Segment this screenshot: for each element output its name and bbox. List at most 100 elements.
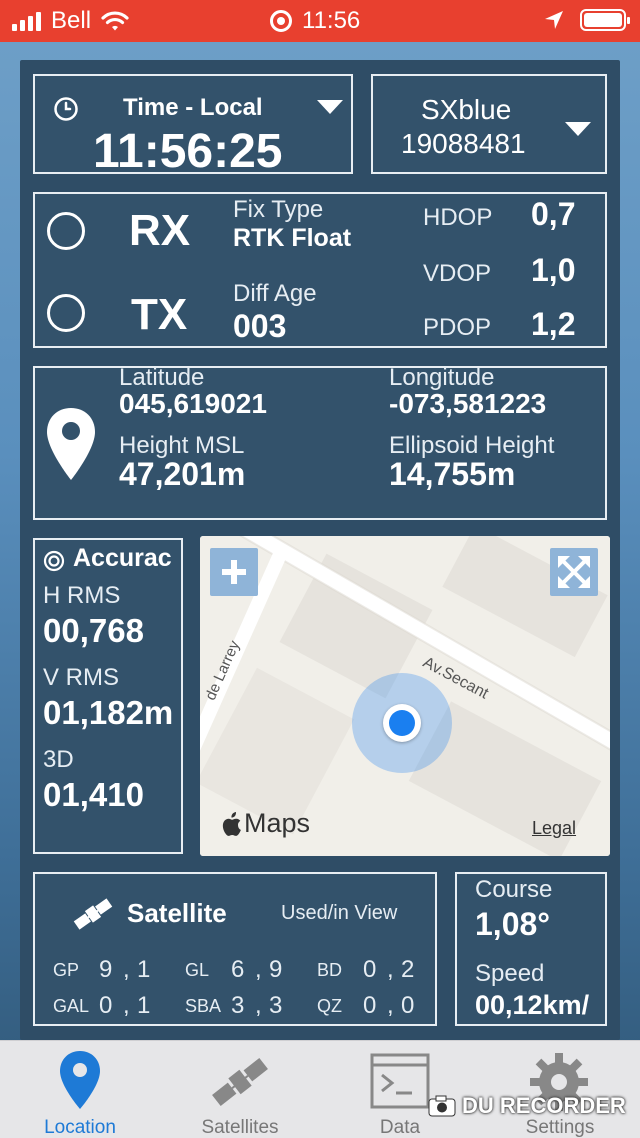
legal-link[interactable]: Legal (532, 818, 576, 839)
tab-location-label: Location (44, 1117, 116, 1138)
ellipsoid-height-value: 14,755m (389, 456, 516, 492)
satellite-icon (73, 898, 113, 930)
course-label: Course (475, 876, 553, 903)
fix-type-value: RTK Float (233, 224, 352, 252)
tab-bar: Location Satellites Data Settings (0, 1040, 640, 1138)
tab-data-label: Data (379, 1117, 421, 1138)
recording-icon (270, 10, 292, 32)
satellite-view-count: 0 (401, 992, 415, 1019)
status-center: 11:56 (270, 7, 360, 35)
satellite-system-label: SBA (185, 996, 222, 1016)
course-value: 1,08° (475, 906, 551, 942)
watermark-text: DU RECORDER (462, 1093, 626, 1118)
satellite-system-label: GP (53, 960, 80, 980)
latitude-value: 045,619021 (119, 388, 267, 419)
vdop-label: VDOP (423, 260, 492, 287)
speed-label: Speed (475, 960, 545, 987)
satellite-system-label: GL (185, 960, 210, 980)
satellite-subtitle: Used/in View (281, 902, 398, 924)
device-serial: 19088481 (401, 128, 526, 159)
satellite-system-label: GAL (53, 996, 90, 1016)
satellite-used-count: 0 (363, 956, 377, 983)
satellite-separator: , (387, 992, 394, 1019)
vdop-value: 1,0 (531, 252, 576, 288)
satellite-box: Satellite Used/in View GP 9, 1 GL 6, 9 BD 0, 2 GA… (33, 872, 437, 1026)
satellite-title: Satellite (127, 898, 227, 928)
fullscreen-button[interactable] (550, 548, 598, 596)
tx-label: TX (131, 290, 188, 339)
satellite-used-count: 0 (363, 992, 377, 1019)
satellite-system-label: QZ (317, 996, 342, 1016)
accuracy-title: Accurac (73, 544, 172, 572)
satellite-view-count: 9 (269, 956, 283, 983)
time-label: Time - Local (123, 94, 263, 121)
tab-location[interactable]: Location (0, 1047, 160, 1138)
map-view[interactable]: Av.Secant de Larrey Maps Legal (200, 536, 610, 856)
longitude-value: -073,581223 (389, 388, 547, 419)
location-arrow-icon (545, 11, 563, 29)
tx-indicator (47, 294, 85, 332)
maps-attribution: Maps (220, 808, 310, 839)
tab-settings[interactable]: Settings (480, 1047, 640, 1138)
current-location-dot (383, 704, 421, 742)
satellite-view-count: 1 (137, 992, 151, 1019)
fix-type-label: Fix Type (233, 196, 324, 223)
target-icon (43, 550, 65, 572)
v-rms-label: V RMS (43, 664, 120, 691)
signal-icon (12, 11, 41, 31)
rx-label: RX (129, 206, 191, 255)
status-time: 11:56 (302, 7, 361, 34)
time-value: 11:56:25 (93, 125, 283, 178)
satellite-view-count: 2 (401, 956, 415, 983)
v-rms-value: 01,182m (43, 694, 174, 731)
satellite-icon (212, 1058, 268, 1106)
time-selector[interactable]: Time - Local 11:56:25 (33, 74, 353, 178)
satellite-separator: , (255, 956, 262, 983)
device-name: SXblue (421, 94, 512, 125)
satellite-used-count: 0 (99, 992, 113, 1019)
satellite-separator: , (123, 992, 130, 1019)
clock-icon (54, 97, 78, 121)
satellite-used-count: 3 (231, 992, 245, 1019)
position-box: Latitude 045,619021 Longitude -073,58122… (33, 364, 607, 520)
satellite-view-count: 1 (137, 956, 151, 983)
status-left: Bell (12, 7, 129, 35)
expand-icon (558, 556, 590, 588)
hdop-label: HDOP (423, 204, 493, 231)
time-dropdown-icon[interactable] (317, 100, 343, 114)
battery-icon (580, 9, 630, 31)
device-dropdown-icon[interactable] (565, 122, 591, 136)
pdop-label: PDOP (423, 314, 492, 341)
location-pin-icon (47, 408, 95, 480)
status-bar: Bell 11:56 (0, 0, 640, 42)
wifi-icon (101, 11, 129, 31)
satellite-separator: , (123, 956, 130, 983)
maps-label: Maps (244, 808, 311, 838)
zoom-in-button[interactable] (210, 548, 258, 596)
tab-data[interactable]: Data (320, 1047, 480, 1138)
satellite-view-count: 3 (269, 992, 283, 1019)
fix-status-box: RX TX Fix Type RTK Float Diff Age 003 HD… (33, 192, 607, 348)
tab-satellites[interactable]: Satellites (160, 1047, 320, 1138)
rx-indicator (47, 212, 85, 250)
diff-age-value: 003 (233, 308, 287, 344)
h-rms-label: H RMS (43, 582, 121, 609)
tab-settings-label: Settings (525, 1117, 595, 1138)
pdop-value: 1,2 (531, 306, 576, 342)
course-box: Course 1,08° Speed 00,12km/ (455, 872, 607, 1026)
satellite-system-label: BD (317, 960, 343, 980)
height-msl-value: 47,201m (119, 456, 246, 492)
satellite-separator: , (387, 956, 394, 983)
tab-satellites-label: Satellites (201, 1117, 279, 1138)
location-pin-icon (60, 1051, 100, 1109)
satellite-used-count: 9 (99, 956, 113, 983)
accuracy-box: Accurac H RMS 00,768 V RMS 01,182m 3D 01… (33, 538, 183, 854)
hdop-value: 0,7 (531, 196, 576, 232)
camera-icon (428, 1095, 456, 1117)
apple-logo-icon (222, 811, 241, 836)
satellite-used-count: 6 (231, 956, 245, 983)
carrier-name: Bell (51, 7, 92, 34)
diff-age-label: Diff Age (233, 280, 317, 307)
device-selector[interactable]: SXblue 19088481 (371, 74, 607, 174)
satellite-separator: , (255, 992, 262, 1019)
